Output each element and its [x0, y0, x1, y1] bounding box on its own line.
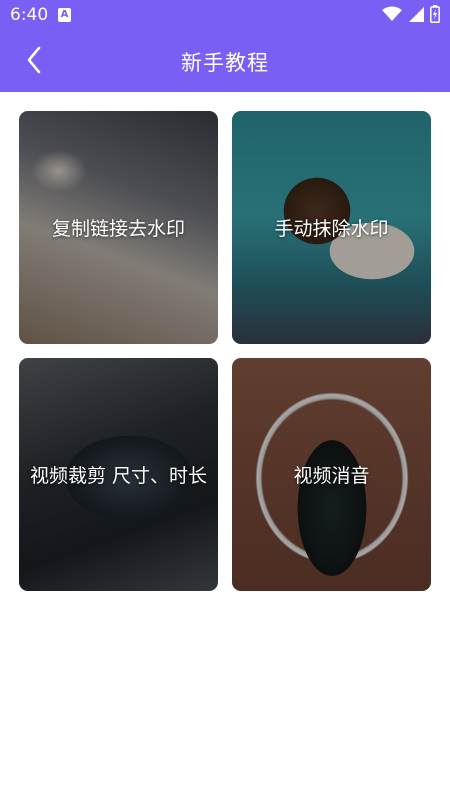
- tutorial-card-video-crop[interactable]: 视频裁剪 尺寸、时长: [19, 358, 218, 591]
- tutorial-card-label: 视频裁剪 尺寸、时长: [29, 465, 208, 487]
- tutorial-grid: 复制链接去水印 手动抹除水印 视频裁剪 尺寸、时长 视频消音: [19, 111, 431, 591]
- tutorial-card-label: 手动抹除水印: [274, 218, 389, 240]
- tutorial-card-video-mute[interactable]: 视频消音: [232, 358, 431, 591]
- a-icon: A: [58, 8, 71, 22]
- status-icons: [382, 5, 440, 27]
- signal-icon: [408, 6, 424, 26]
- status-bar: 6:40 A: [0, 0, 450, 32]
- tutorial-card-manual-erase[interactable]: 手动抹除水印: [232, 111, 431, 344]
- battery-icon: [430, 5, 440, 27]
- tutorial-card-label: 复制链接去水印: [51, 218, 185, 240]
- wifi-icon: [382, 6, 402, 26]
- tutorial-card-label: 视频消音: [293, 465, 370, 487]
- status-time: 6:40: [10, 5, 49, 25]
- tutorial-card-copy-link[interactable]: 复制链接去水印: [19, 111, 218, 344]
- app-bar: 新手教程: [0, 32, 450, 92]
- page-title: 新手教程: [181, 51, 269, 75]
